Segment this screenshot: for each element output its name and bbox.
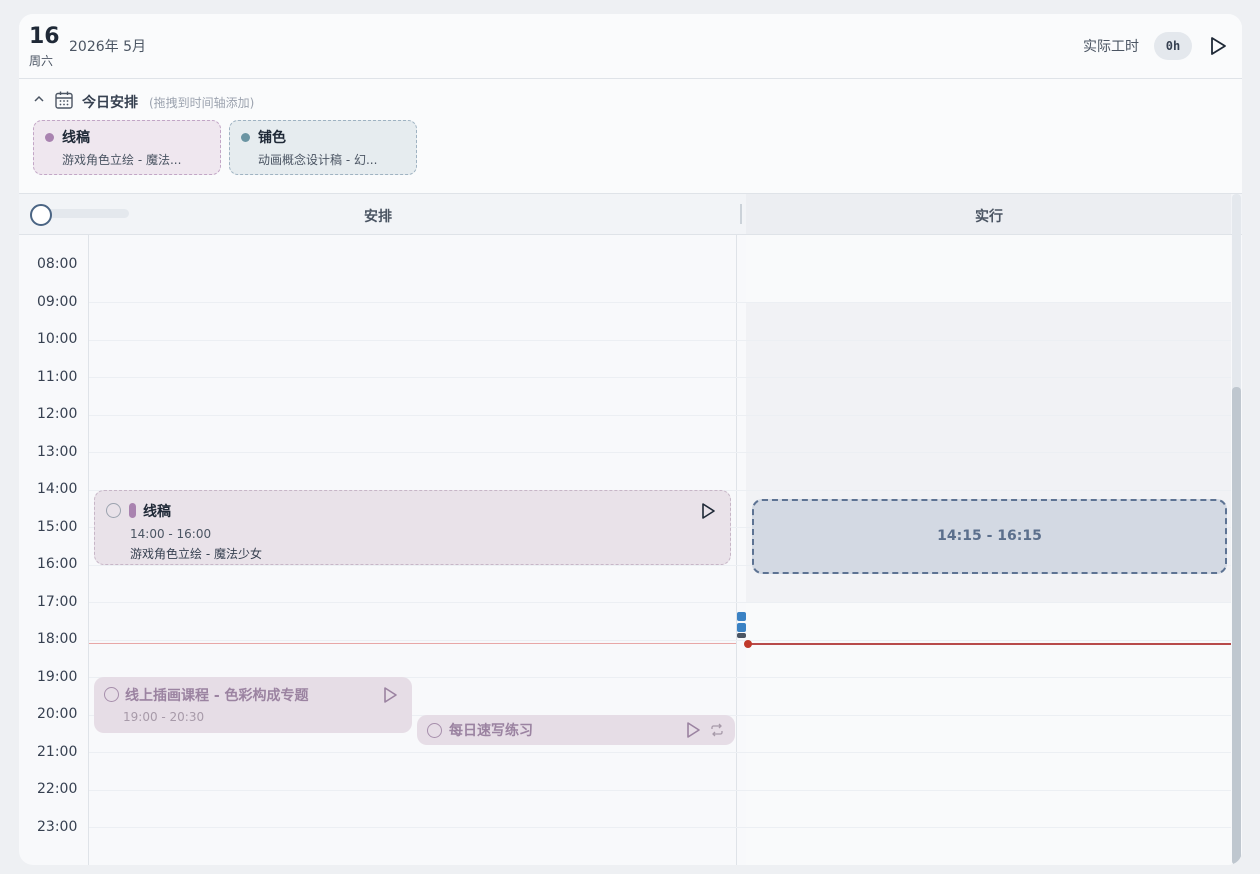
hour-label: 09:00 (37, 293, 78, 310)
schedule-block[interactable]: 每日速写练习 (417, 715, 735, 745)
block-title: 线稿 (143, 504, 171, 520)
current-time-line (89, 643, 736, 644)
block-title: 每日速写练习 (449, 723, 533, 739)
chevron-up-icon[interactable] (33, 93, 45, 105)
hour-label: 14:00 (37, 481, 78, 497)
task-name: 铺色 (258, 130, 286, 146)
drag-handle[interactable] (737, 633, 746, 638)
today-title: 今日安排 (82, 95, 138, 111)
play-icon[interactable] (700, 502, 716, 520)
schedule-column-title: 安排 (364, 209, 392, 225)
hour-label: 22:00 (37, 781, 78, 797)
actual-block-time: 14:15 - 16:15 (937, 528, 1042, 544)
weekday-label: 周六 (29, 54, 54, 68)
schedule-block[interactable]: 线上插画课程 - 色彩构成专题 19:00 - 20:30 (94, 677, 412, 733)
actual-block[interactable]: 14:15 - 16:15 (752, 499, 1227, 574)
calendar-day-view: 16 周六 2026年 5月 实际工时 0h 今日安排 (拖拽到时间轴添加) 线… (19, 14, 1242, 865)
play-icon[interactable] (382, 686, 398, 704)
execution-column-title: 实行 (975, 209, 1003, 225)
drag-handle[interactable] (737, 623, 746, 632)
task-color-dot (45, 133, 54, 142)
today-section: 今日安排 (拖拽到时间轴添加) 线稿 游戏角色立绘 - 魔法... 铺色 动画概… (19, 79, 1242, 194)
column-divider (736, 235, 737, 865)
hour-label: 17:00 (37, 593, 78, 610)
day-number: 16 (29, 24, 60, 49)
hour-gridline (89, 339, 1231, 341)
hour-gridline (89, 789, 1231, 791)
task-name: 线稿 (62, 130, 90, 146)
repeat-icon[interactable] (709, 722, 725, 738)
hour-gridline (89, 377, 1231, 378)
hour-gridline (89, 639, 1231, 641)
block-title: 线上插画课程 - 色彩构成专题 (125, 688, 309, 704)
play-icon[interactable] (685, 721, 701, 739)
checkbox-circle-icon[interactable] (106, 503, 121, 518)
hour-gridline (89, 452, 1231, 453)
block-time: 19:00 - 20:30 (123, 710, 205, 724)
current-time-line (748, 643, 1231, 645)
day-header: 16 周六 2026年 5月 实际工时 0h (19, 14, 1242, 79)
current-time-marker (744, 640, 752, 648)
block-project: 游戏角色立绘 - 魔法少女 (130, 547, 262, 561)
today-task-card[interactable]: 铺色 动画概念设计稿 - 幻... (229, 120, 417, 175)
schedule-block[interactable]: 线稿 14:00 - 16:00 游戏角色立绘 - 魔法少女 (94, 490, 731, 565)
play-icon[interactable] (1209, 36, 1227, 56)
timeline[interactable]: 08:00 09:00 10:00 11:00 12:00 13:00 14:00 15:00… (19, 235, 1242, 865)
hour-label: 15:00 (37, 518, 78, 535)
column-header: 安排 实行 (19, 194, 1242, 235)
hour-gridline (89, 752, 1231, 753)
hour-label: 16:00 (37, 556, 78, 572)
task-color-dot (241, 133, 250, 142)
scrollbar-thumb[interactable] (1232, 387, 1241, 865)
hour-label: 10:00 (37, 331, 78, 347)
hour-gridline (89, 827, 1231, 828)
hour-label: 18:00 (37, 631, 78, 647)
checkbox-circle-icon[interactable] (104, 687, 119, 702)
hour-gridline (89, 602, 1231, 603)
hour-label: 19:00 (37, 668, 78, 685)
hour-label: 08:00 (37, 256, 78, 272)
task-color-tag (129, 503, 136, 518)
hour-gridline (89, 864, 1231, 865)
hour-label: 12:00 (37, 406, 78, 422)
hour-label: 21:00 (37, 743, 78, 760)
checkbox-circle-icon[interactable] (427, 723, 442, 738)
time-axis-line (88, 235, 89, 865)
today-hint: (拖拽到时间轴添加) (149, 96, 255, 110)
hour-label: 23:00 (37, 818, 78, 835)
hour-label: 13:00 (37, 443, 78, 460)
year-month-label[interactable]: 2026年 5月 (69, 36, 146, 56)
hour-gridline (89, 302, 1231, 303)
actual-hours-label: 实际工时 (1083, 39, 1139, 55)
column-resize-handle[interactable] (740, 204, 742, 224)
actual-hours-badge: 0h (1154, 32, 1192, 60)
task-project: 动画概念设计稿 - 幻... (258, 153, 378, 167)
hour-label: 11:00 (37, 368, 78, 385)
task-project: 游戏角色立绘 - 魔法... (62, 153, 182, 167)
calendar-icon (55, 91, 73, 109)
hour-label: 20:00 (37, 706, 78, 722)
today-task-card[interactable]: 线稿 游戏角色立绘 - 魔法... (33, 120, 221, 175)
hour-gridline (89, 414, 1231, 416)
zoom-slider-handle[interactable] (30, 204, 52, 226)
drag-handle[interactable] (737, 612, 746, 621)
block-time: 14:00 - 16:00 (130, 527, 212, 541)
